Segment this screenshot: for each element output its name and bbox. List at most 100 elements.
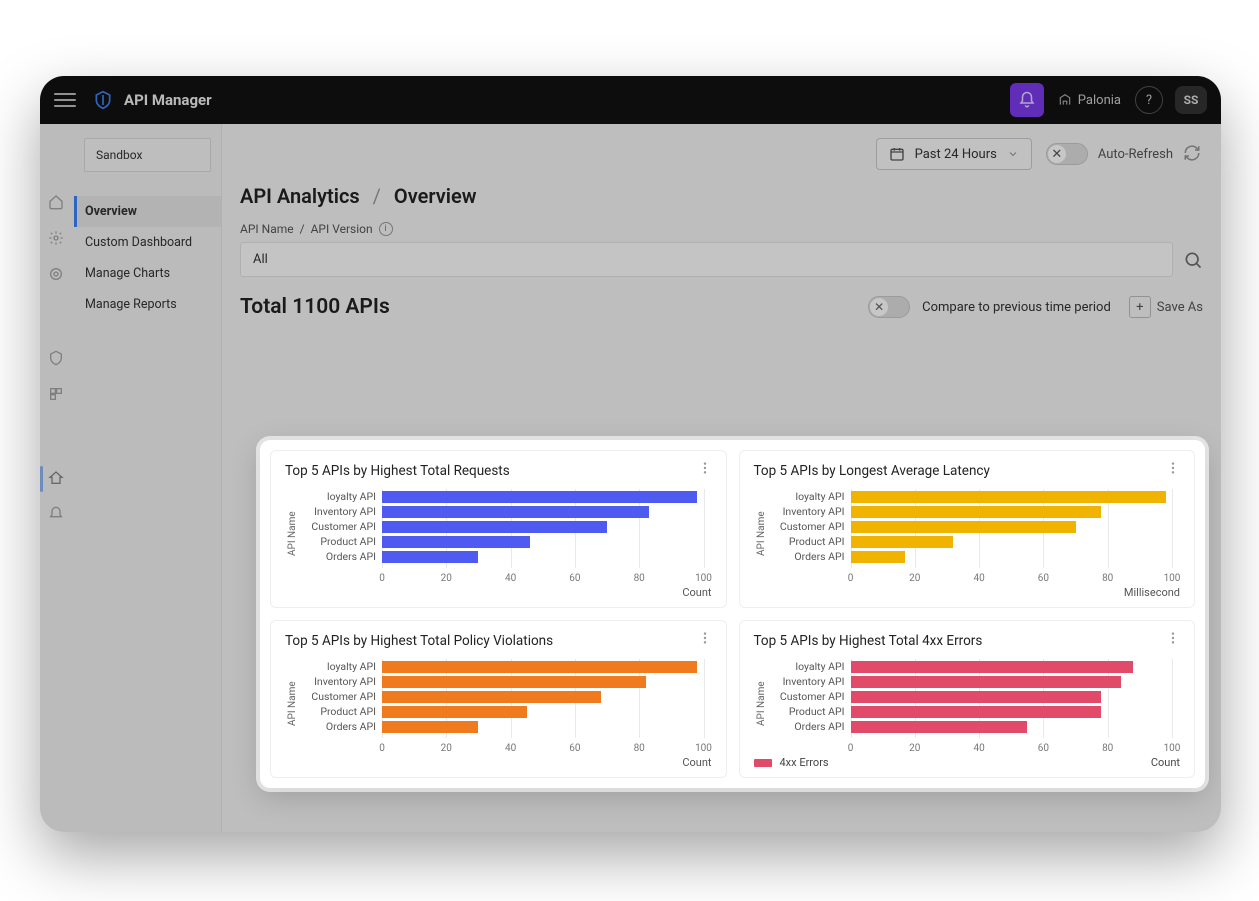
bar-label: Customer API	[311, 690, 376, 703]
bar	[382, 661, 697, 673]
rail-settings-icon[interactable]	[48, 266, 66, 284]
bar-label: loyalty API	[796, 490, 845, 503]
app-logo-icon	[92, 89, 114, 111]
bar-label: Product API	[320, 535, 376, 548]
bar	[382, 551, 478, 563]
avatar[interactable]: SS	[1175, 86, 1207, 114]
compare-toggle[interactable]: ✕	[868, 296, 910, 318]
chart-ylabel: API Name	[754, 485, 769, 582]
rail-alerts-icon[interactable]	[48, 506, 66, 524]
sidebar: Sandbox Overview Custom Dashboard Manage…	[74, 124, 222, 832]
bar	[382, 691, 601, 703]
notifications-button[interactable]	[1010, 83, 1044, 117]
chart-title: Top 5 APIs by Highest Total 4xx Errors	[754, 633, 1181, 649]
chart-title: Top 5 APIs by Longest Average Latency	[754, 463, 1181, 479]
bar-label: Orders API	[326, 550, 376, 563]
topbar: API Manager Palonia ? SS	[40, 76, 1221, 124]
bar	[851, 491, 1166, 503]
bar	[382, 721, 478, 733]
chart-grid: Top 5 APIs by Highest Total Requests API…	[260, 440, 1205, 788]
org-name: Palonia	[1078, 93, 1121, 108]
autorefresh-toggle[interactable]: ✕	[1046, 143, 1088, 165]
autorefresh-label: Auto-Refresh	[1098, 147, 1173, 162]
rail-orgs-icon[interactable]	[48, 386, 66, 404]
chart-menu-icon[interactable]	[698, 461, 714, 477]
bar-label: Customer API	[311, 520, 376, 533]
chart-ylabel: API Name	[285, 485, 300, 582]
bar	[382, 536, 530, 548]
bar-label: Orders API	[794, 550, 844, 563]
api-search-input[interactable]: All	[240, 242, 1173, 277]
bar	[851, 521, 1076, 533]
refresh-button[interactable]	[1183, 144, 1203, 164]
timerange-dropdown[interactable]: Past 24 Hours	[876, 138, 1032, 170]
bar-label: Product API	[789, 535, 845, 548]
bar-label: Orders API	[326, 720, 376, 733]
chart-legend: 4xx ErrorsCount	[754, 756, 1181, 769]
org-switcher[interactable]: Palonia	[1058, 93, 1121, 108]
chart-card: Top 5 APIs by Highest Total 4xx Errors A…	[739, 620, 1196, 778]
filter-api-name: API Name	[240, 222, 294, 236]
sidebar-item-manage-charts[interactable]: Manage Charts	[74, 258, 221, 289]
bar	[851, 676, 1121, 688]
chart-card: Top 5 APIs by Highest Total Requests API…	[270, 450, 727, 608]
sidebar-item-manage-reports[interactable]: Manage Reports	[74, 289, 221, 320]
chart-title: Top 5 APIs by Highest Total Policy Viola…	[285, 633, 712, 649]
bar	[851, 691, 1102, 703]
totals-heading: Total 1100 APIs	[240, 295, 390, 319]
rail-security-icon[interactable]	[48, 350, 66, 368]
chart-card: Top 5 APIs by Highest Total Policy Viola…	[270, 620, 727, 778]
rail-admin-icon[interactable]	[48, 230, 66, 248]
bar-label: Inventory API	[314, 675, 376, 688]
bar-label: Inventory API	[783, 505, 845, 518]
chart-card: Top 5 APIs by Longest Average Latency AP…	[739, 450, 1196, 608]
bar-label: Orders API	[794, 720, 844, 733]
help-button[interactable]: ?	[1135, 86, 1163, 114]
bar	[382, 506, 649, 518]
rail-analytics-icon[interactable]	[48, 470, 66, 488]
bar	[382, 521, 607, 533]
chart-menu-icon[interactable]	[1166, 631, 1182, 647]
chart-xlabel: Count	[285, 752, 712, 769]
save-as-button[interactable]: + Save As	[1129, 296, 1203, 318]
breadcrumb: API Analytics / Overview	[222, 170, 1221, 208]
bar-label: loyalty API	[327, 660, 376, 673]
bar	[382, 706, 527, 718]
icon-rail	[40, 124, 74, 832]
chart-menu-icon[interactable]	[698, 631, 714, 647]
bar	[382, 676, 646, 688]
bar	[851, 661, 1134, 673]
breadcrumb-root[interactable]: API Analytics	[240, 184, 360, 208]
rail-home-icon[interactable]	[48, 194, 66, 212]
sidebar-item-custom-dashboard[interactable]: Custom Dashboard	[74, 227, 221, 258]
bar	[851, 506, 1102, 518]
chart-ylabel: API Name	[285, 655, 300, 752]
app-title: API Manager	[124, 91, 212, 109]
app-window: API Manager Palonia ? SS	[40, 76, 1221, 832]
chart-menu-icon[interactable]	[1166, 461, 1182, 477]
compare-label: Compare to previous time period	[922, 300, 1111, 315]
sidebar-item-overview[interactable]: Overview	[74, 196, 221, 227]
bar-label: Inventory API	[314, 505, 376, 518]
timerange-label: Past 24 Hours	[915, 147, 997, 162]
chart-xlabel: Count	[285, 582, 712, 599]
chart-title: Top 5 APIs by Highest Total Requests	[285, 463, 712, 479]
plus-icon: +	[1129, 296, 1151, 318]
bar	[851, 536, 954, 548]
environment-selector[interactable]: Sandbox	[84, 138, 211, 172]
bar	[851, 721, 1028, 733]
bar	[382, 491, 697, 503]
bar-label: Product API	[320, 705, 376, 718]
bar	[851, 706, 1102, 718]
bar-label: Customer API	[780, 690, 845, 703]
bar-label: Product API	[789, 705, 845, 718]
bar	[851, 551, 906, 563]
bar-label: loyalty API	[327, 490, 376, 503]
search-icon[interactable]	[1183, 250, 1203, 270]
info-icon[interactable]: i	[379, 222, 393, 236]
bar-label: Inventory API	[783, 675, 845, 688]
menu-icon[interactable]	[54, 89, 76, 111]
bar-label: Customer API	[780, 520, 845, 533]
breadcrumb-current: Overview	[394, 184, 477, 208]
chart-xlabel: Millisecond	[754, 582, 1181, 599]
